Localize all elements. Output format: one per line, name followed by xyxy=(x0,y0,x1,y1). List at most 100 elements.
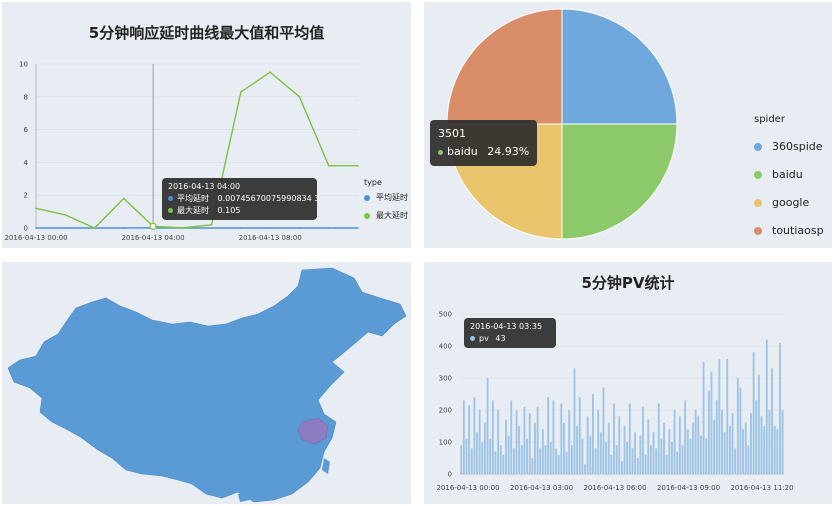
taiwan-island[interactable] xyxy=(322,458,330,474)
data-point xyxy=(35,207,37,210)
y-tick-label: 200 xyxy=(439,407,452,415)
pv-bar xyxy=(636,458,639,474)
x-tick-label: 2016-04-13 00:00 xyxy=(4,234,67,242)
y-tick-label: 500 xyxy=(439,311,452,319)
data-point xyxy=(298,227,301,229)
pie-tooltip: 3501 baidu 24.93% xyxy=(430,120,538,166)
legend-item-360spide[interactable]: 360spide xyxy=(754,140,823,153)
china-map[interactable] xyxy=(2,262,411,504)
pv-tooltip: 2016-04-13 03:35 pv 43 xyxy=(464,318,556,348)
pv-bar xyxy=(610,454,613,474)
pv-bar xyxy=(570,445,573,474)
pv-bar xyxy=(713,419,716,474)
pv-bar xyxy=(779,342,781,474)
pv-bar xyxy=(539,448,542,474)
china-map-panel xyxy=(2,262,411,504)
pv-bar xyxy=(644,454,647,474)
pv-bar xyxy=(555,448,557,474)
pv-bar-chart[interactable]: 500 400 300 200 100 0 2016-04-13 00:00 2016-04-… xyxy=(424,262,832,504)
pv-bar xyxy=(512,448,515,474)
data-point xyxy=(64,214,67,216)
pv-bar xyxy=(536,406,539,474)
y-tick-label: 100 xyxy=(439,439,452,447)
pv-bar xyxy=(499,445,502,474)
spider-pie-panel: 3501 baidu 24.93% spider 360spide baidu … xyxy=(424,2,832,248)
y-tick-label: 0 xyxy=(448,471,452,479)
data-point xyxy=(298,96,301,98)
china-land-shape[interactable] xyxy=(7,267,407,503)
data-point xyxy=(64,227,67,229)
pv-bar xyxy=(763,426,766,474)
data-point xyxy=(269,71,271,73)
tooltip-dot-icon xyxy=(168,196,173,201)
x-tick-label: 2016-04-13 11:20 xyxy=(730,484,793,492)
pv-bar xyxy=(694,410,697,474)
tooltip-time: 2016-04-13 04:00 xyxy=(168,182,241,191)
pv-bar xyxy=(773,426,776,474)
legend-item-avg[interactable]: 平均延时 xyxy=(364,192,408,203)
legend-item-toutiaosp[interactable]: toutiaosp xyxy=(754,224,824,237)
legend-item-baidu[interactable]: baidu xyxy=(754,168,803,181)
pv-bar xyxy=(655,448,658,474)
pv-bar xyxy=(768,410,771,474)
pv-bar xyxy=(678,416,681,474)
pv-bar xyxy=(481,442,484,474)
pv-bar xyxy=(594,448,597,474)
pv-bar xyxy=(581,438,584,474)
pv-bar xyxy=(557,454,560,474)
data-point xyxy=(357,227,359,229)
pv-bar xyxy=(728,426,731,474)
pv-bar xyxy=(528,413,531,474)
pie-tooltip-value: 3501 xyxy=(438,127,466,140)
pv-bar xyxy=(552,400,555,474)
pv-bar xyxy=(462,400,465,474)
pv-bar xyxy=(597,410,600,474)
pv-tooltip-value: 43 xyxy=(495,334,506,343)
pv-bar xyxy=(573,368,576,474)
legend-item-max[interactable]: 最大延时 xyxy=(364,210,408,221)
pv-bar xyxy=(657,403,660,474)
legend-label-max: 最大延时 xyxy=(376,211,408,220)
pv-bar xyxy=(734,448,737,474)
pv-bar xyxy=(686,429,689,474)
pv-bar xyxy=(505,419,507,474)
pv-bar xyxy=(750,413,752,474)
y-tick-label: 10 xyxy=(19,61,28,69)
pv-bar xyxy=(673,410,676,474)
y-tick-label: 300 xyxy=(439,375,452,383)
data-point xyxy=(93,227,96,229)
legend-item-google[interactable]: google xyxy=(754,196,809,209)
pv-bar xyxy=(639,435,642,474)
pv-bar xyxy=(771,368,773,474)
latency-legend-title: type xyxy=(364,178,382,187)
pv-bar xyxy=(631,448,634,474)
data-point xyxy=(269,227,271,229)
legend-label: baidu xyxy=(772,168,803,181)
pv-bar xyxy=(615,445,618,474)
pv-bar xyxy=(602,387,605,474)
data-point xyxy=(181,227,184,229)
hainan-island[interactable] xyxy=(238,492,250,502)
pv-bar xyxy=(468,405,471,474)
pv-bar xyxy=(541,429,544,474)
legend-dot-icon xyxy=(754,199,762,207)
x-tick-label: 2016-04-13 00:00 xyxy=(436,484,499,492)
y-tick-label: 0 xyxy=(24,225,28,233)
data-point xyxy=(123,197,125,200)
legend-label-avg: 平均延时 xyxy=(376,193,408,202)
x-tick-label: 2016-04-13 06:00 xyxy=(583,484,646,492)
data-point xyxy=(210,227,213,229)
legend-dot-icon xyxy=(364,212,370,219)
pv-bar xyxy=(776,429,779,474)
pv-bar xyxy=(634,432,636,474)
tooltip-dot-icon xyxy=(470,336,475,341)
tooltip-dot-icon xyxy=(438,149,443,155)
pv-bar xyxy=(478,410,481,474)
x-tick-label: 2016-04-13 09:00 xyxy=(657,484,720,492)
pv-bar xyxy=(534,422,536,474)
pv-bar xyxy=(526,438,528,474)
pv-bar xyxy=(652,432,655,474)
pv-bar xyxy=(484,422,486,474)
pv-bar xyxy=(628,403,631,474)
pv-bar xyxy=(697,416,700,474)
